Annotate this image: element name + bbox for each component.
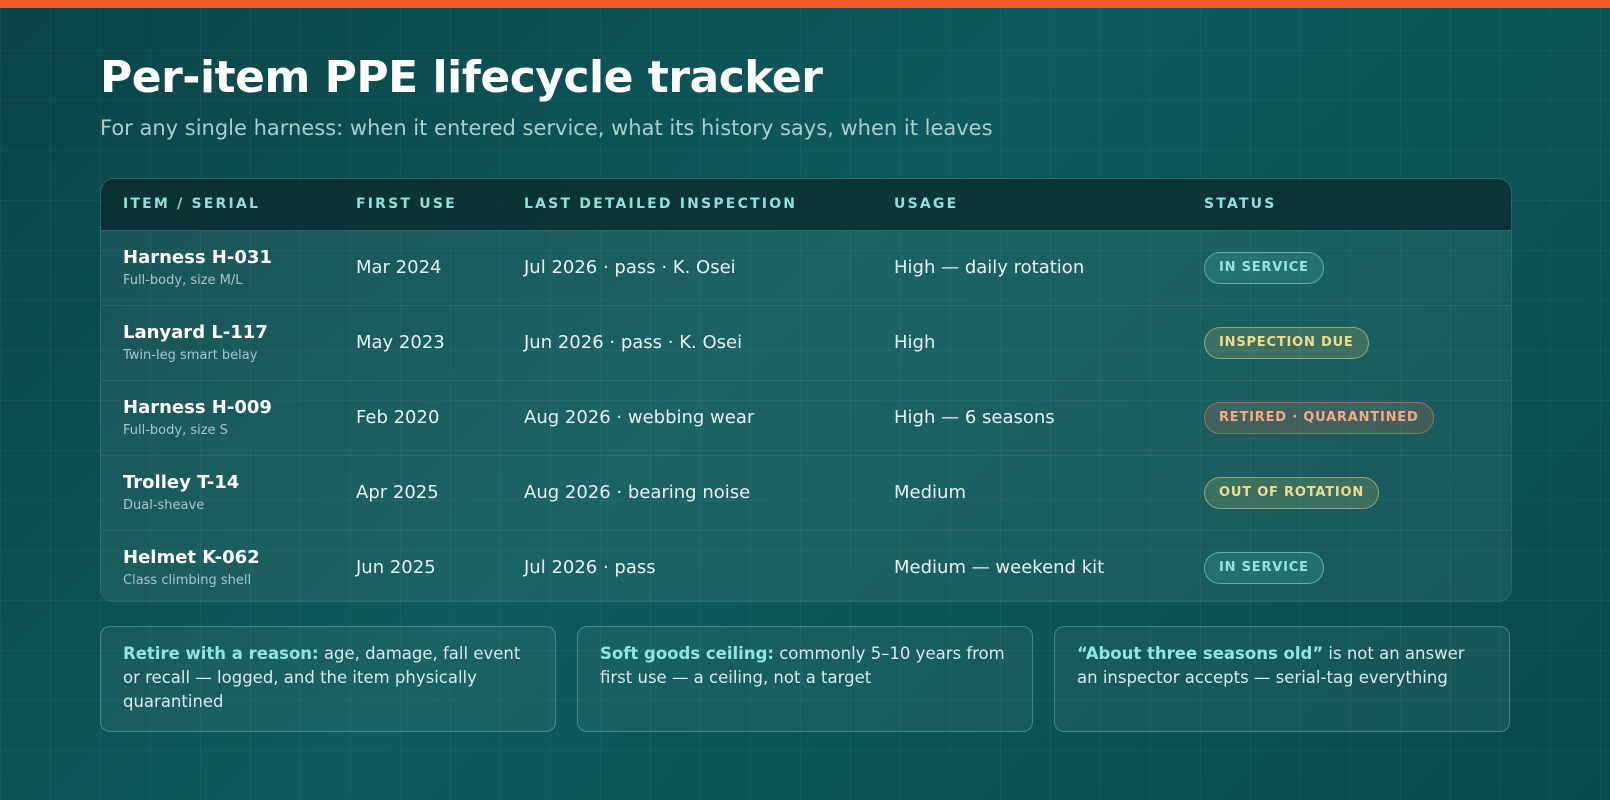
column-header-usage: USAGE: [894, 196, 959, 212]
usage: High — daily rotation: [894, 257, 1085, 278]
status-badge: IN SERVICE: [1204, 552, 1324, 584]
column-header-inspection: LAST DETAILED INSPECTION: [524, 196, 798, 212]
last-inspection: Aug 2026 · webbing wear: [524, 407, 755, 428]
item-serial: Trolley T-14: [123, 472, 240, 493]
ppe-tracker-table: ITEM / SERIAL FIRST USE LAST DETAILED IN…: [100, 178, 1512, 602]
status-badge: OUT OF ROTATION: [1204, 477, 1380, 509]
column-header-status: STATUS: [1204, 196, 1277, 212]
page-title: Per-item PPE lifecycle tracker: [100, 52, 823, 103]
note-card-retire: Retire with a reason: age, damage, fall …: [100, 626, 556, 732]
note-card-soft-goods: Soft goods ceiling: commonly 5–10 years …: [577, 626, 1033, 732]
table-row[interactable]: Harness H-009 Full-body, size S Feb 2020…: [101, 380, 1511, 455]
accent-top-bar: [0, 0, 1610, 8]
item-serial: Lanyard L-117: [123, 322, 268, 343]
last-inspection: Aug 2026 · bearing noise: [524, 482, 751, 503]
first-use: Jun 2025: [356, 557, 436, 578]
item-description: Twin-leg smart belay: [123, 348, 258, 363]
first-use: May 2023: [356, 332, 445, 353]
table-row[interactable]: Lanyard L-117 Twin-leg smart belay May 2…: [101, 305, 1511, 380]
note-heading: “About three seasons old”: [1077, 644, 1324, 663]
status-badge: RETIRED · QUARANTINED: [1204, 402, 1434, 434]
first-use: Apr 2025: [356, 482, 439, 503]
note-card-serial-tag: “About three seasons old” is not an answ…: [1054, 626, 1510, 732]
first-use: Mar 2024: [356, 257, 442, 278]
status-badge: IN SERVICE: [1204, 252, 1324, 284]
usage: Medium — weekend kit: [894, 557, 1105, 578]
last-inspection: Jul 2026 · pass: [524, 557, 656, 578]
table-row[interactable]: Trolley T-14 Dual-sheave Apr 2025 Aug 20…: [101, 455, 1511, 530]
column-header-first-use: FIRST USE: [356, 196, 457, 212]
item-description: Class climbing shell: [123, 573, 252, 588]
table-row[interactable]: Harness H-031 Full-body, size M/L Mar 20…: [101, 230, 1511, 305]
usage: High — 6 seasons: [894, 407, 1055, 428]
status-badge: INSPECTION DUE: [1204, 327, 1369, 359]
column-header-item: ITEM / SERIAL: [123, 196, 261, 212]
item-description: Dual-sheave: [123, 498, 205, 513]
table-header: ITEM / SERIAL FIRST USE LAST DETAILED IN…: [101, 179, 1511, 230]
item-description: Full-body, size S: [123, 423, 228, 438]
note-heading: Retire with a reason:: [123, 644, 319, 663]
table-row[interactable]: Helmet K-062 Class climbing shell Jun 20…: [101, 530, 1511, 601]
item-description: Full-body, size M/L: [123, 273, 243, 288]
item-serial: Helmet K-062: [123, 547, 260, 568]
page-subtitle: For any single harness: when it entered …: [100, 116, 993, 140]
item-serial: Harness H-031: [123, 247, 272, 268]
last-inspection: Jul 2026 · pass · K. Osei: [524, 257, 736, 278]
item-serial: Harness H-009: [123, 397, 272, 418]
usage: High: [894, 332, 936, 353]
first-use: Feb 2020: [356, 407, 440, 428]
usage: Medium: [894, 482, 966, 503]
note-heading: Soft goods ceiling:: [600, 644, 774, 663]
last-inspection: Jun 2026 · pass · K. Osei: [524, 332, 743, 353]
